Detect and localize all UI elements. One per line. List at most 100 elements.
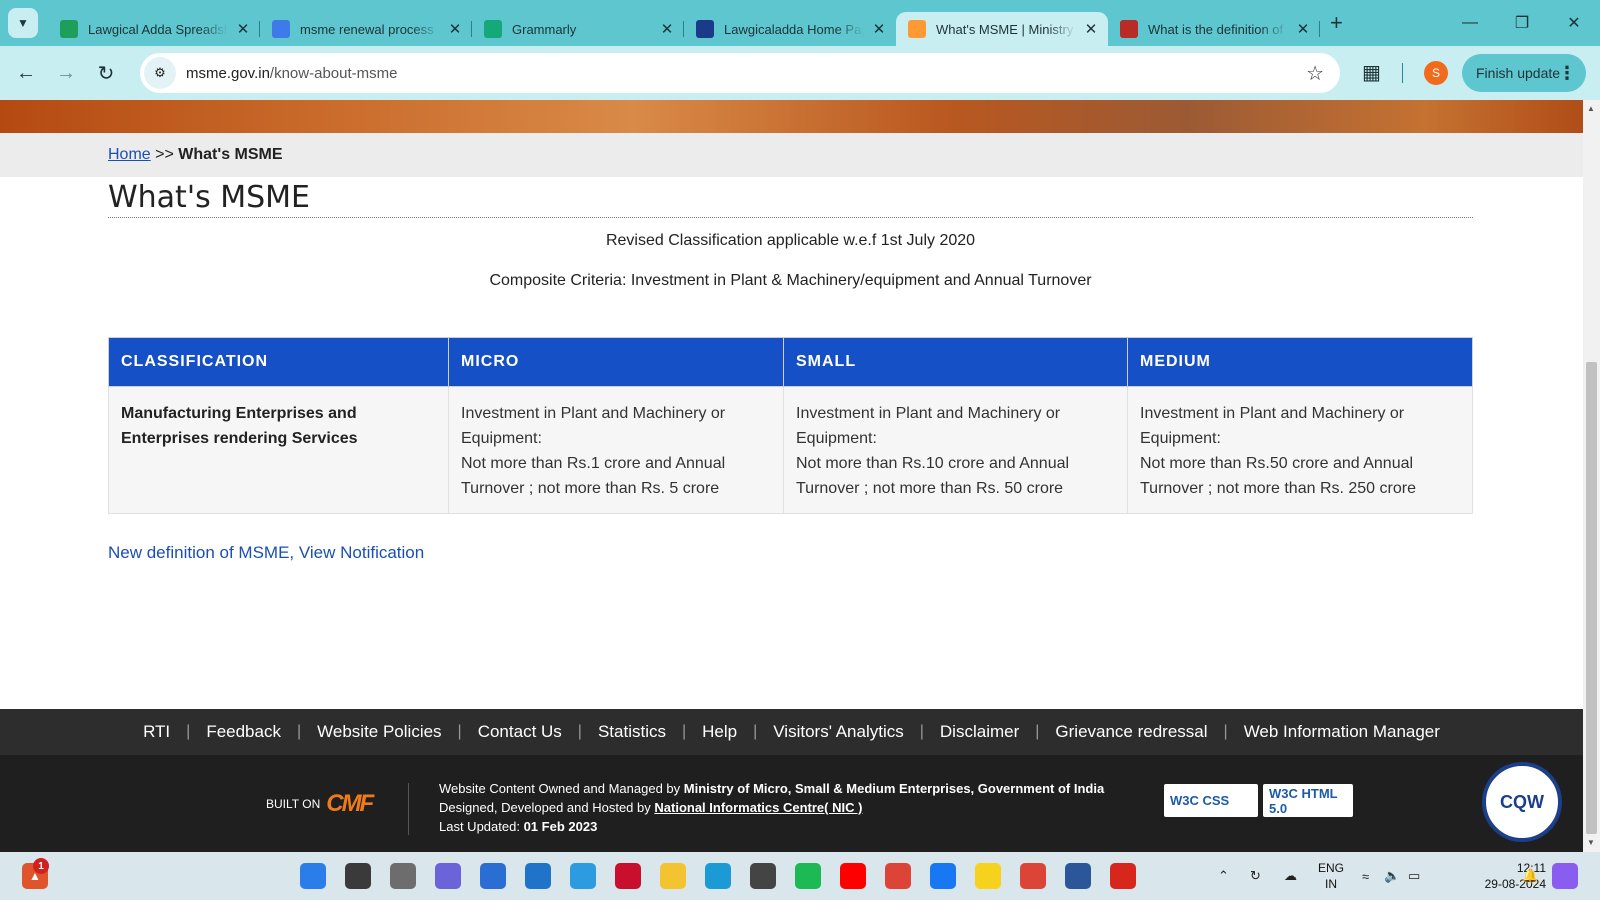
input-language-indicator[interactable]: ENG IN bbox=[1318, 860, 1344, 892]
footer-link[interactable]: Help bbox=[702, 722, 737, 742]
chrome-icon[interactable] bbox=[885, 863, 911, 889]
footer-link[interactable]: Web Information Manager bbox=[1244, 722, 1440, 742]
wifi-icon[interactable]: ≈ bbox=[1362, 852, 1369, 900]
finish-update-button[interactable]: Finish update ⋮ bbox=[1462, 54, 1586, 92]
footer-link[interactable]: Feedback bbox=[206, 722, 281, 742]
windows-taskbar: ▲ 1 ⌃ ↻ ☁ ENG IN ≈ 🔈 ▭ 12:11 29-08-2024 🔔 bbox=[0, 852, 1600, 900]
table-header-row: CLASSIFICATION MICRO SMALL MEDIUM bbox=[108, 337, 1473, 387]
show-hidden-icons-chevron-icon[interactable]: ⌃ bbox=[1218, 852, 1229, 900]
footer-divider bbox=[408, 783, 409, 835]
word-icon[interactable] bbox=[1065, 863, 1091, 889]
browser-tab[interactable]: Lawgical Adda Spreadsheet ✕ bbox=[48, 12, 260, 46]
copilot-icon[interactable] bbox=[1552, 863, 1578, 889]
internet-explorer-icon[interactable] bbox=[570, 863, 596, 889]
edge-icon[interactable] bbox=[705, 863, 731, 889]
w3c-html-badge[interactable]: W3C HTML 5.0 bbox=[1263, 784, 1353, 817]
footer-link[interactable]: Statistics bbox=[598, 722, 666, 742]
medium-investment-text: Investment in Plant and Machinery or Equ… bbox=[1140, 405, 1405, 447]
store-icon[interactable] bbox=[480, 863, 506, 889]
micro-cell: Investment in Plant and Machinery or Equ… bbox=[448, 386, 784, 514]
chrome-profile-icon[interactable] bbox=[1020, 863, 1046, 889]
footer-link-separator: | bbox=[186, 723, 191, 740]
youtube-icon[interactable] bbox=[840, 863, 866, 889]
breadcrumb-home-link[interactable]: Home bbox=[108, 146, 151, 163]
footer-link[interactable]: Website Policies bbox=[317, 722, 441, 742]
breadcrumb: Home >> What's MSME bbox=[108, 146, 283, 164]
speaker-muted-icon[interactable]: 🔈 bbox=[1384, 852, 1400, 900]
criteria-subtitle: Composite Criteria: Investment in Plant … bbox=[489, 272, 1092, 289]
view-notification-link[interactable]: New definition of MSME, View Notificatio… bbox=[108, 543, 424, 563]
browser-tab[interactable]: Grammarly ✕ bbox=[472, 12, 684, 46]
battery-icon[interactable]: ▭ bbox=[1408, 852, 1420, 900]
tab-close-icon[interactable]: ✕ bbox=[1082, 20, 1100, 38]
profile-avatar[interactable]: S bbox=[1424, 61, 1448, 85]
updated-prefix: Last Updated: bbox=[439, 819, 520, 834]
owned-prefix: Website Content Owned and Managed by bbox=[439, 781, 681, 796]
url-host: msme.gov.in bbox=[186, 64, 270, 82]
task-view-icon[interactable] bbox=[390, 863, 416, 889]
scrollbar-thumb[interactable] bbox=[1586, 362, 1597, 834]
start-windows-icon[interactable] bbox=[300, 863, 326, 889]
footer-link[interactable]: Disclaimer bbox=[940, 722, 1019, 742]
built-on-cmf-logo[interactable]: BUILT ON CMF bbox=[266, 790, 374, 818]
nic-link[interactable]: National Informatics Centre( NIC ) bbox=[654, 800, 862, 815]
tab-close-icon[interactable]: ✕ bbox=[1294, 20, 1312, 38]
site-info-button[interactable]: ⚙ bbox=[144, 57, 176, 89]
tab-search-button[interactable]: ▼ bbox=[8, 8, 38, 38]
url-text[interactable]: msme.gov.in/know-about-msme bbox=[186, 65, 397, 82]
w3c-css-badge[interactable]: W3C CSS bbox=[1164, 784, 1258, 817]
back-button[interactable]: ← bbox=[6, 53, 46, 93]
tab-list: Lawgical Adda Spreadsheet✕msme renewal p… bbox=[48, 0, 1320, 46]
browser-tab[interactable]: Lawgicaladda Home Page ✕ bbox=[684, 12, 896, 46]
acrobat-icon[interactable] bbox=[1110, 863, 1136, 889]
reload-button[interactable]: ↻ bbox=[86, 53, 126, 93]
micro-turnover-text: Not more than Rs.1 crore and Annual Turn… bbox=[461, 455, 726, 497]
browser-tab[interactable]: What's MSME | Ministry ✕ bbox=[896, 12, 1108, 46]
header-classification: CLASSIFICATION bbox=[108, 337, 449, 387]
cqw-certification-badge[interactable]: CQW bbox=[1482, 762, 1562, 842]
url-path: /know-about-msme bbox=[269, 64, 398, 82]
sync-icon[interactable]: ↻ bbox=[1250, 852, 1261, 900]
footer-link-separator: | bbox=[1223, 723, 1228, 740]
header-micro: MICRO bbox=[448, 337, 784, 387]
footer-link[interactable]: Visitors' Analytics bbox=[773, 722, 903, 742]
footer-link-separator: | bbox=[457, 723, 462, 740]
notification-bell-icon[interactable]: 🔔 bbox=[1522, 852, 1538, 900]
tune-icon: ⚙ bbox=[154, 65, 166, 80]
small-turnover-text: Not more than Rs.10 crore and Annual Tur… bbox=[796, 455, 1070, 497]
browser-tab[interactable]: What is the definition of ✕ bbox=[1108, 12, 1320, 46]
new-tab-button[interactable]: + bbox=[1330, 10, 1343, 36]
restore-icon[interactable]: ❐ bbox=[1496, 0, 1548, 46]
bookmark-star-icon[interactable]: ☆ bbox=[1306, 61, 1324, 86]
file-explorer-icon[interactable] bbox=[660, 863, 686, 889]
tab-close-icon[interactable]: ✕ bbox=[658, 20, 676, 38]
window-controls: — ❐ ✕ bbox=[1444, 0, 1600, 46]
menu-kebab-icon[interactable]: ⋮ bbox=[1558, 63, 1576, 84]
scroll-down-arrow-icon[interactable]: ▼ bbox=[1587, 838, 1595, 847]
footer-link[interactable]: RTI bbox=[143, 722, 170, 742]
footer-link[interactable]: Contact Us bbox=[478, 722, 562, 742]
search-icon[interactable] bbox=[345, 863, 371, 889]
onedrive-cloud-icon[interactable]: ☁ bbox=[1284, 852, 1297, 900]
forward-button[interactable]: → bbox=[46, 53, 86, 93]
arrow-left-icon: ← bbox=[16, 61, 36, 84]
mcafee-icon[interactable] bbox=[615, 863, 641, 889]
tab-close-icon[interactable]: ✕ bbox=[870, 20, 888, 38]
tab-close-icon[interactable]: ✕ bbox=[446, 20, 464, 38]
page-scrollbar[interactable]: ▲ ▼ bbox=[1583, 100, 1600, 852]
photo-app-icon[interactable] bbox=[750, 863, 776, 889]
facebook-icon[interactable] bbox=[930, 863, 956, 889]
browser-tab[interactable]: msme renewal process ✕ bbox=[260, 12, 472, 46]
teams-chat-icon[interactable] bbox=[435, 863, 461, 889]
extensions-puzzle-icon[interactable]: ▦ bbox=[1362, 60, 1381, 85]
msme-app-icon[interactable] bbox=[525, 863, 551, 889]
sticky-notes-icon[interactable] bbox=[975, 863, 1001, 889]
breadcrumb-separator: >> bbox=[155, 146, 174, 163]
footer-link[interactable]: Grievance redressal bbox=[1055, 722, 1207, 742]
tab-close-icon[interactable]: ✕ bbox=[234, 20, 252, 38]
scroll-up-arrow-icon[interactable]: ▲ bbox=[1587, 104, 1595, 113]
minimize-icon[interactable]: — bbox=[1444, 0, 1496, 46]
close-window-icon[interactable]: ✕ bbox=[1548, 0, 1600, 46]
address-bar[interactable]: ⚙ msme.gov.in/know-about-msme ☆ bbox=[140, 53, 1340, 93]
spotify-icon[interactable] bbox=[795, 863, 821, 889]
